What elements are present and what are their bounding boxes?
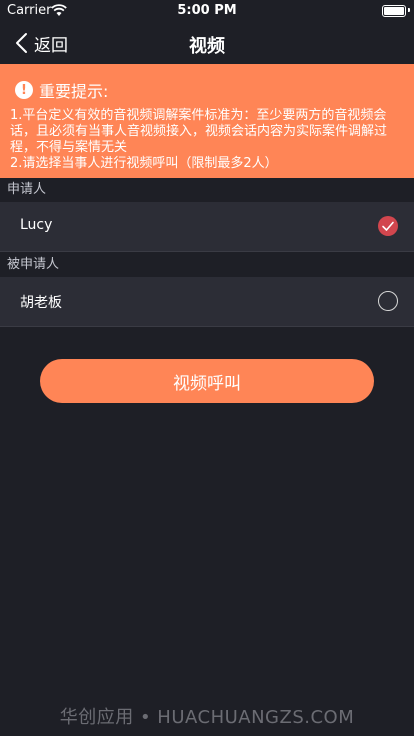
status-bar: Carrier 5:00 PM — [0, 0, 414, 22]
notice-title: 重要提示: — [39, 82, 109, 101]
alert-icon: ! — [15, 81, 33, 99]
participant-name: 胡老板 — [20, 295, 62, 311]
battery-tip — [408, 8, 410, 12]
video-call-button[interactable]: 视频呼叫 — [40, 359, 374, 403]
list-item-applicant[interactable]: Lucy — [0, 202, 414, 252]
checkmark-selected-icon[interactable] — [378, 216, 398, 236]
notice-body: 1.平台定义有效的音视频调解案件标准为：至少要两方的音视频会话，且必须有当事人音… — [10, 108, 404, 172]
checkbox-unselected-icon[interactable] — [378, 291, 398, 311]
page-title: 视频 — [189, 36, 225, 57]
clock: 5:00 PM — [177, 3, 237, 18]
section-header-respondent: 被申请人 — [7, 257, 60, 272]
section-header-applicant: 申请人 — [7, 182, 47, 197]
notice-line: 1.平台定义有效的音视频调解案件标准为：至少要两方的音视频会话，且必须有当事人音… — [10, 108, 388, 155]
list-item-respondent[interactable]: 胡老板 — [0, 277, 414, 327]
participant-name: Lucy — [20, 217, 53, 233]
notice-banner: ! 重要提示: 1.平台定义有效的音视频调解案件标准为：至少要两方的音视频会话，… — [0, 64, 414, 178]
navigation-bar: 返回 视频 — [0, 22, 414, 64]
notice-header: ! 重要提示: — [10, 78, 404, 102]
watermark: 华创应用 • HUACHUANGZS.COM — [59, 707, 355, 728]
battery-icon — [382, 5, 406, 17]
notice-line: 2.请选择当事人进行视频呼叫（限制最多2人） — [10, 156, 278, 171]
